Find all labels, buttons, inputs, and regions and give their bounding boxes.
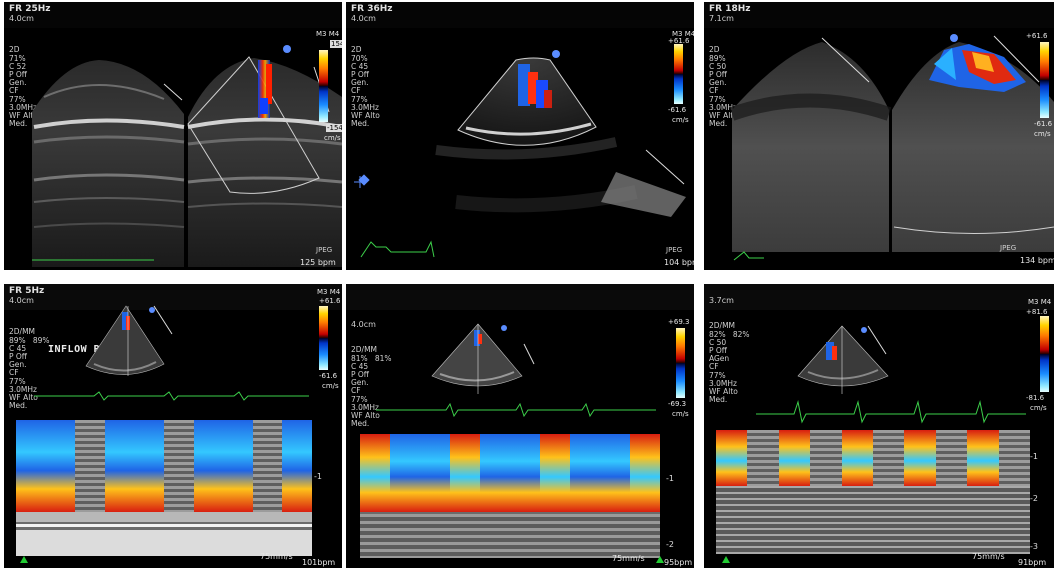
mmode-flow-segment <box>810 430 842 486</box>
sweep-marker <box>722 556 730 563</box>
mmode-flow-segment <box>450 434 480 512</box>
scale-bottom: -61.6 <box>319 372 338 380</box>
scale-top: +61.6 <box>668 37 690 45</box>
mmode-flow-segment <box>420 434 450 512</box>
mmode-flow-segment <box>282 420 312 512</box>
mmode-flow-segment <box>223 420 253 512</box>
scale-unit: cm/s <box>672 116 689 124</box>
mmode-flow-segment <box>45 420 76 512</box>
mmode-panel-3: 3.7cm 2D/MM 82% 82% C 50 P Off AGen CF 77% 3.0M… <box>704 284 1054 568</box>
format-label: JPEG <box>1000 244 1017 252</box>
mmode-flow-segment <box>935 430 968 486</box>
mmode-flow-segment <box>600 434 630 512</box>
mmode-strip <box>16 420 312 556</box>
mmode-flow-segment <box>747 430 779 486</box>
mmode-flow-segment <box>360 434 390 512</box>
mmode-flow-segment <box>75 420 105 512</box>
format-label: JPEG <box>666 246 683 254</box>
mmode-flow-segment <box>630 434 660 512</box>
mmode-flow-segment <box>193 420 224 512</box>
scale-mode: M3 M4 <box>317 288 341 296</box>
scale-top: +61.6 <box>319 297 341 305</box>
depth-tick: -1 <box>314 472 322 481</box>
velocity-scale <box>674 44 683 104</box>
mmode-panel-1: FR 5Hz 4.0cm 2D/MM 89% 89% C 45 P Off Gen. CF… <box>4 284 342 568</box>
scale-top: +61.6 <box>1026 32 1048 40</box>
sweep-speed: 75mm/s <box>612 554 645 563</box>
scale-unit: cm/s <box>1034 130 1051 138</box>
depth-tick: -1 <box>1030 452 1038 461</box>
mmode-flow-segment <box>873 430 905 486</box>
mmode-flow-segment <box>998 430 1030 486</box>
sweep-marker <box>20 556 28 563</box>
depth-tick: -2 <box>1030 494 1038 503</box>
scale-unit: cm/s <box>672 410 689 418</box>
depth-tick: -1 <box>666 474 674 483</box>
mmode-flow-segment <box>904 430 936 486</box>
scale-bottom: -61.6 <box>1034 120 1053 128</box>
scale-mode: M3 M4 <box>1028 298 1052 306</box>
echo-panel-2: FR 36Hz 4.0cm 2D 70% C 45 P Off Gen. CF 77% 3.0… <box>346 2 694 270</box>
ultrasound-image <box>354 50 686 258</box>
sweep-speed: 75mm/s <box>972 552 1005 561</box>
scale-top: +69.3 <box>668 318 690 326</box>
velocity-scale <box>676 328 685 398</box>
heart-rate: 101bpm <box>302 558 336 567</box>
depth-tick: -3 <box>1030 542 1038 551</box>
mmode-flow-segment <box>841 430 873 486</box>
velocity-scale <box>319 306 328 370</box>
velocity-scale <box>1040 316 1049 392</box>
mmode-flow-segment <box>16 420 46 512</box>
scale-bottom: -81.6 <box>1026 394 1045 402</box>
scale-unit: cm/s <box>1030 404 1047 412</box>
scale-bottom: -61.6 <box>668 106 687 114</box>
mmode-strip <box>360 434 660 558</box>
mmode-flow-segment <box>252 420 283 512</box>
mmode-flow-segment <box>134 420 164 512</box>
heart-rate: 91bpm <box>1018 558 1047 567</box>
velocity-scale <box>1040 42 1049 118</box>
depth-tick: -2 <box>666 540 674 549</box>
scale-top: +81.6 <box>1026 308 1048 316</box>
mmode-flow-segment <box>967 430 999 486</box>
ecg-trace <box>32 259 154 261</box>
echo-panel-1: FR 25Hz 4.0cm 2D 71% C 52 P Off Gen. CF 77% 3.0… <box>4 2 342 270</box>
echo-panel-3: FR 18Hz 7.1cm 2D 89% C 50 P Off Gen. CF 77% 3.0… <box>704 2 1054 270</box>
heart-rate: 104 bpm <box>664 258 694 267</box>
mmode-strip <box>716 430 1030 554</box>
mmode-flow-segment <box>540 434 570 512</box>
mmode-panel-2: 4.0cm 2D/MM 81% 81% C 45 P Off Gen. CF 77% 3.0M… <box>346 284 694 568</box>
ultrasound-image <box>729 34 1054 261</box>
mmode-flow-segment <box>480 434 510 512</box>
mmode-flow-segment <box>570 434 600 512</box>
mmode-flow-segment <box>716 430 748 486</box>
sweep-speed: 75mm/s <box>260 552 293 561</box>
mmode-flow-segment <box>104 420 135 512</box>
mmode-flow-segment <box>510 434 540 512</box>
scale-unit: cm/s <box>322 382 339 390</box>
scale-bottom: -69.3 <box>668 400 687 408</box>
mmode-flow-segment <box>390 434 420 512</box>
mmode-flow-segment <box>778 430 811 486</box>
mmode-flow-segment <box>164 420 194 512</box>
heart-rate: 134 bpm <box>1020 256 1054 265</box>
sweep-marker <box>656 556 664 563</box>
heart-rate: 95bpm <box>664 558 693 567</box>
